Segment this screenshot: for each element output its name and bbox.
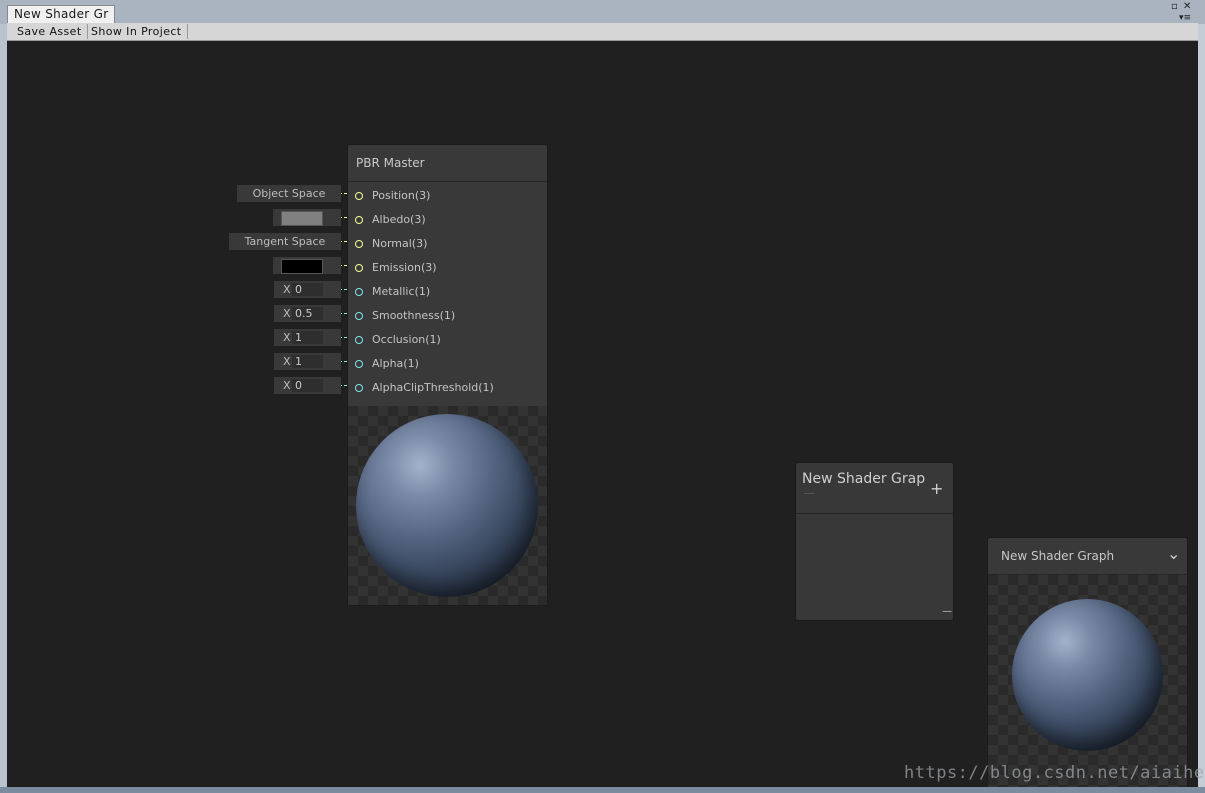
- window-frame-bottom: [0, 787, 1205, 793]
- port-emission[interactable]: Emission(3): [348, 257, 548, 281]
- blackboard-resize-handle[interactable]: —: [942, 606, 952, 617]
- main-preview-sphere: [1012, 599, 1163, 751]
- space-dropdown[interactable]: Object Space: [237, 185, 341, 202]
- pbr-master-node[interactable]: PBR Master Position(3) Albedo(3) Normal(3)…: [347, 144, 548, 606]
- collapse-preview-icon[interactable]: ⌄: [1167, 544, 1180, 563]
- port-label: Smoothness(1): [372, 309, 456, 322]
- port-connector-icon[interactable]: [355, 264, 363, 272]
- port-connector-icon[interactable]: [355, 240, 363, 248]
- port-alpha[interactable]: Alpha(1): [348, 353, 548, 377]
- float-field[interactable]: X0: [274, 377, 341, 394]
- port-alphaclipthreshold[interactable]: AlphaClipThreshold(1): [348, 377, 548, 401]
- float-input[interactable]: 0: [292, 379, 323, 392]
- port-label: Emission(3): [372, 261, 437, 274]
- color-field[interactable]: [273, 209, 341, 226]
- axis-prefix-label: X: [283, 307, 291, 320]
- tab-title: New Shader Gr: [14, 7, 109, 21]
- float-input[interactable]: 1: [292, 331, 323, 344]
- port-occlusion[interactable]: Occlusion(1): [348, 329, 548, 353]
- port-label: Occlusion(1): [372, 333, 441, 346]
- show-in-project-button[interactable]: Show In Project: [86, 24, 188, 39]
- port-connector-icon[interactable]: [355, 360, 363, 368]
- main-preview-panel[interactable]: New Shader Graph ⌄: [987, 537, 1188, 787]
- axis-prefix-label: X: [283, 331, 291, 344]
- tab-menu-icon[interactable]: ▾≡: [1179, 13, 1191, 23]
- port-label: Position(3): [372, 189, 431, 202]
- color-swatch[interactable]: [281, 211, 323, 226]
- port-connector-icon[interactable]: [355, 288, 363, 296]
- add-property-button[interactable]: +: [930, 479, 943, 498]
- blackboard-subtitle-line: [804, 493, 814, 494]
- preview-sphere: [356, 414, 538, 597]
- color-field[interactable]: [273, 257, 341, 274]
- port-metallic[interactable]: Metallic(1): [348, 281, 548, 305]
- float-field[interactable]: X1: [274, 329, 341, 346]
- window-frame-left: [0, 24, 7, 793]
- axis-prefix-label: X: [283, 379, 291, 392]
- float-input[interactable]: 0.5: [292, 307, 323, 320]
- port-albedo[interactable]: Albedo(3): [348, 209, 548, 233]
- color-swatch[interactable]: [281, 259, 323, 274]
- float-field[interactable]: X 0.5: [274, 305, 341, 322]
- port-normal[interactable]: Normal(3): [348, 233, 548, 257]
- blackboard-title: New Shader Graph: [802, 471, 926, 487]
- port-connector-icon[interactable]: [355, 384, 363, 392]
- master-preview-area: [348, 406, 547, 605]
- main-preview-area[interactable]: [988, 575, 1187, 787]
- float-field[interactable]: X1: [274, 353, 341, 370]
- window-frame-top: [0, 0, 1205, 24]
- port-label: AlphaClipThreshold(1): [372, 381, 494, 394]
- shader-graph-tab[interactable]: New Shader Gr: [7, 5, 116, 23]
- pbr-master-ports: Position(3) Albedo(3) Normal(3) Emission(3)…: [348, 185, 547, 401]
- float-field[interactable]: X0: [274, 281, 341, 298]
- blackboard-panel[interactable]: New Shader Graph + —: [795, 462, 954, 621]
- float-input[interactable]: 1: [292, 355, 323, 368]
- close-icon[interactable]: ✕: [1183, 2, 1191, 12]
- axis-prefix-label: X: [283, 355, 291, 368]
- float-input[interactable]: 0: [292, 283, 323, 296]
- main-preview-header[interactable]: New Shader Graph ⌄: [988, 538, 1187, 575]
- watermark-url: https://blog.csdn.net/aiaihe: [904, 763, 1205, 783]
- save-asset-button[interactable]: Save Asset: [12, 24, 88, 39]
- port-connector-icon[interactable]: [355, 192, 363, 200]
- port-label: Alpha(1): [372, 357, 419, 370]
- main-preview-title: New Shader Graph: [1001, 549, 1115, 563]
- port-label: Albedo(3): [372, 213, 426, 226]
- shader-graph-toolbar: Save Asset Show In Project: [7, 23, 1198, 41]
- port-position[interactable]: Position(3): [348, 185, 548, 209]
- blackboard-header: New Shader Graph +: [796, 463, 953, 514]
- port-smoothness[interactable]: Smoothness(1): [348, 305, 548, 329]
- port-connector-icon[interactable]: [355, 312, 363, 320]
- port-label: Metallic(1): [372, 285, 431, 298]
- pbr-master-title: PBR Master: [356, 156, 425, 170]
- space-dropdown[interactable]: Tangent Space: [229, 233, 341, 250]
- pbr-master-header[interactable]: PBR Master: [348, 145, 547, 182]
- window-frame-right: [1198, 24, 1205, 793]
- port-connector-icon[interactable]: [355, 336, 363, 344]
- maximize-icon[interactable]: ▫: [1171, 2, 1178, 12]
- port-label: Normal(3): [372, 237, 428, 250]
- axis-prefix-label: X: [283, 283, 291, 296]
- port-connector-icon[interactable]: [355, 216, 363, 224]
- graph-canvas[interactable]: Object Space Tangent Space X 0 X 0.5 X 1 X 1 X 0 PB…: [7, 41, 1198, 787]
